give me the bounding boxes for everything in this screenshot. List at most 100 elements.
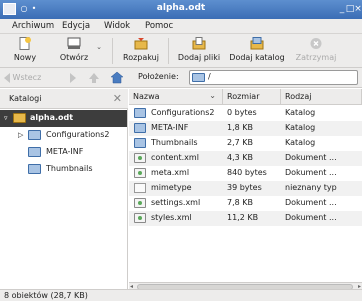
xml-file-icon (134, 198, 146, 208)
xml-file-icon (134, 168, 146, 178)
folder-icon (28, 164, 41, 174)
back-arrow-icon (4, 72, 10, 83)
table-row[interactable]: meta.xml 840 bytes Dokument ... (129, 166, 362, 181)
extract-label: Rozpakuj (123, 53, 159, 62)
xml-file-icon (134, 213, 146, 223)
sort-down-icon: ⌄ (209, 91, 216, 100)
up-arrow-icon[interactable] (88, 72, 100, 84)
archive-icon (13, 113, 26, 123)
open-button[interactable]: Otwórz ⌄ (48, 35, 106, 67)
stop-label: Zatrzymaj (295, 53, 337, 62)
table-row[interactable]: META-INF 1,8 KB Katalog (129, 121, 362, 136)
add-files-button[interactable]: Dodaj pliki (174, 35, 224, 67)
add-files-label: Dodaj pliki (177, 53, 221, 62)
status-text: 8 obiektów (28,7 KB) (4, 291, 88, 300)
column-type-label: Rodzaj (285, 92, 312, 101)
column-header-name[interactable]: Nazwa ⌄ (129, 89, 223, 105)
tree-item-root[interactable]: ▿ alpha.odt (0, 110, 127, 127)
window-title: alpha.odt (156, 3, 206, 13)
file-size: 840 bytes (227, 168, 267, 177)
menu-edycja[interactable]: Edycja (62, 21, 90, 31)
menu-bar: Archiwum Edycja Widok Pomoc (0, 19, 362, 34)
title-bar: ○ • alpha.odt _ □ × (0, 0, 362, 19)
toolbar-separator (112, 38, 113, 64)
collapse-icon[interactable]: ▿ (4, 114, 8, 122)
folder-icon (28, 147, 41, 157)
file-name: META-INF (151, 123, 189, 132)
tree-item-thumbnails[interactable]: Thumbnails (0, 161, 127, 178)
tree-item-label: Thumbnails (46, 164, 93, 173)
stop-button[interactable]: Zatrzymaj (290, 35, 342, 67)
table-row[interactable]: Configurations2 0 bytes Katalog (129, 106, 362, 121)
file-name: content.xml (151, 153, 199, 162)
toolbar-separator (168, 38, 169, 64)
column-name-label: Nazwa (133, 92, 160, 101)
file-name: styles.xml (151, 213, 192, 222)
file-icon (134, 183, 146, 193)
file-type: Katalog (285, 123, 316, 132)
back-button[interactable]: Wstecz (4, 71, 54, 85)
expand-icon[interactable]: ▷ (18, 131, 23, 139)
table-row[interactable]: Thumbnails 2,7 KB Katalog (129, 136, 362, 151)
location-path: / (208, 72, 211, 81)
file-size: 39 bytes (227, 183, 262, 192)
folder-icon (28, 130, 41, 140)
file-size: 11,2 KB (227, 213, 259, 222)
status-bar: 8 obiektów (28,7 KB) (0, 289, 362, 301)
close-icon[interactable]: × (353, 3, 362, 15)
add-folder-button[interactable]: Dodaj katalog (226, 35, 288, 67)
menu-archiwum[interactable]: Archiwum (12, 21, 54, 31)
file-name: Thumbnails (151, 138, 198, 147)
tree-item-meta-inf[interactable]: META-INF (0, 144, 127, 161)
folder-icon (134, 138, 146, 148)
location-label: Położenie: (138, 72, 179, 81)
file-size: 2,7 KB (227, 138, 253, 147)
file-name: mimetype (151, 183, 192, 192)
add-folder-icon (250, 37, 264, 50)
tree-item-label: META-INF (46, 147, 84, 156)
forward-button[interactable] (70, 71, 76, 85)
file-size: 7,8 KB (227, 198, 253, 207)
tree-item-label: Configurations2 (46, 130, 110, 139)
new-label: Nowy (13, 53, 37, 62)
table-row[interactable]: settings.xml 7,8 KB Dokument ... (129, 196, 362, 211)
file-size: 4,3 KB (227, 153, 253, 162)
file-name: Configurations2 (151, 108, 215, 117)
file-type: Dokument ... (285, 153, 337, 162)
tree-item-label: alpha.odt (30, 113, 74, 122)
column-header-type[interactable]: Rodzaj (281, 89, 362, 105)
sidebar-title: Katalogi (9, 94, 42, 103)
location-bar: Wstecz Położenie: / (0, 68, 362, 88)
folder-icon (134, 123, 146, 133)
tree-item-configurations2[interactable]: ▷ Configurations2 (0, 127, 127, 144)
new-button[interactable]: Nowy (4, 35, 46, 67)
menu-widok[interactable]: Widok (104, 21, 130, 31)
forward-arrow-icon (70, 72, 76, 83)
home-icon[interactable] (110, 71, 124, 84)
file-list: Nazwa ⌄ Rozmiar Rodzaj Configurations2 0… (129, 89, 362, 289)
xml-file-icon (134, 153, 146, 163)
toolbar: Nowy Otwórz ⌄ Rozpakuj Dodaj pliki Dodaj… (0, 34, 362, 68)
table-row[interactable]: styles.xml 11,2 KB Dokument ... (129, 211, 362, 226)
sidebar-header: Katalogi ✕ (0, 89, 128, 109)
file-name: settings.xml (151, 198, 201, 207)
file-type: Dokument ... (285, 213, 337, 222)
file-name: meta.xml (151, 168, 190, 177)
file-type: Katalog (285, 138, 316, 147)
file-type: nieznany typ (285, 183, 337, 192)
chevron-down-icon[interactable]: ⌄ (96, 43, 102, 51)
extract-icon (134, 38, 148, 50)
menu-pomoc[interactable]: Pomoc (145, 21, 173, 31)
extract-button[interactable]: Rozpakuj (118, 35, 164, 67)
location-field[interactable]: / (189, 70, 358, 85)
folders-sidebar: Katalogi ✕ ▿ alpha.odt ▷ Configurations2… (0, 89, 128, 289)
close-sidebar-icon[interactable]: ✕ (113, 92, 122, 105)
table-row[interactable]: mimetype 39 bytes nieznany typ (129, 181, 362, 196)
column-header-size[interactable]: Rozmiar (223, 89, 281, 105)
folder-icon (192, 73, 205, 82)
table-row[interactable]: content.xml 4,3 KB Dokument ... (129, 151, 362, 166)
file-size: 1,8 KB (227, 123, 253, 132)
new-document-icon (19, 37, 31, 50)
open-icon (67, 37, 81, 49)
file-type: Katalog (285, 108, 316, 117)
